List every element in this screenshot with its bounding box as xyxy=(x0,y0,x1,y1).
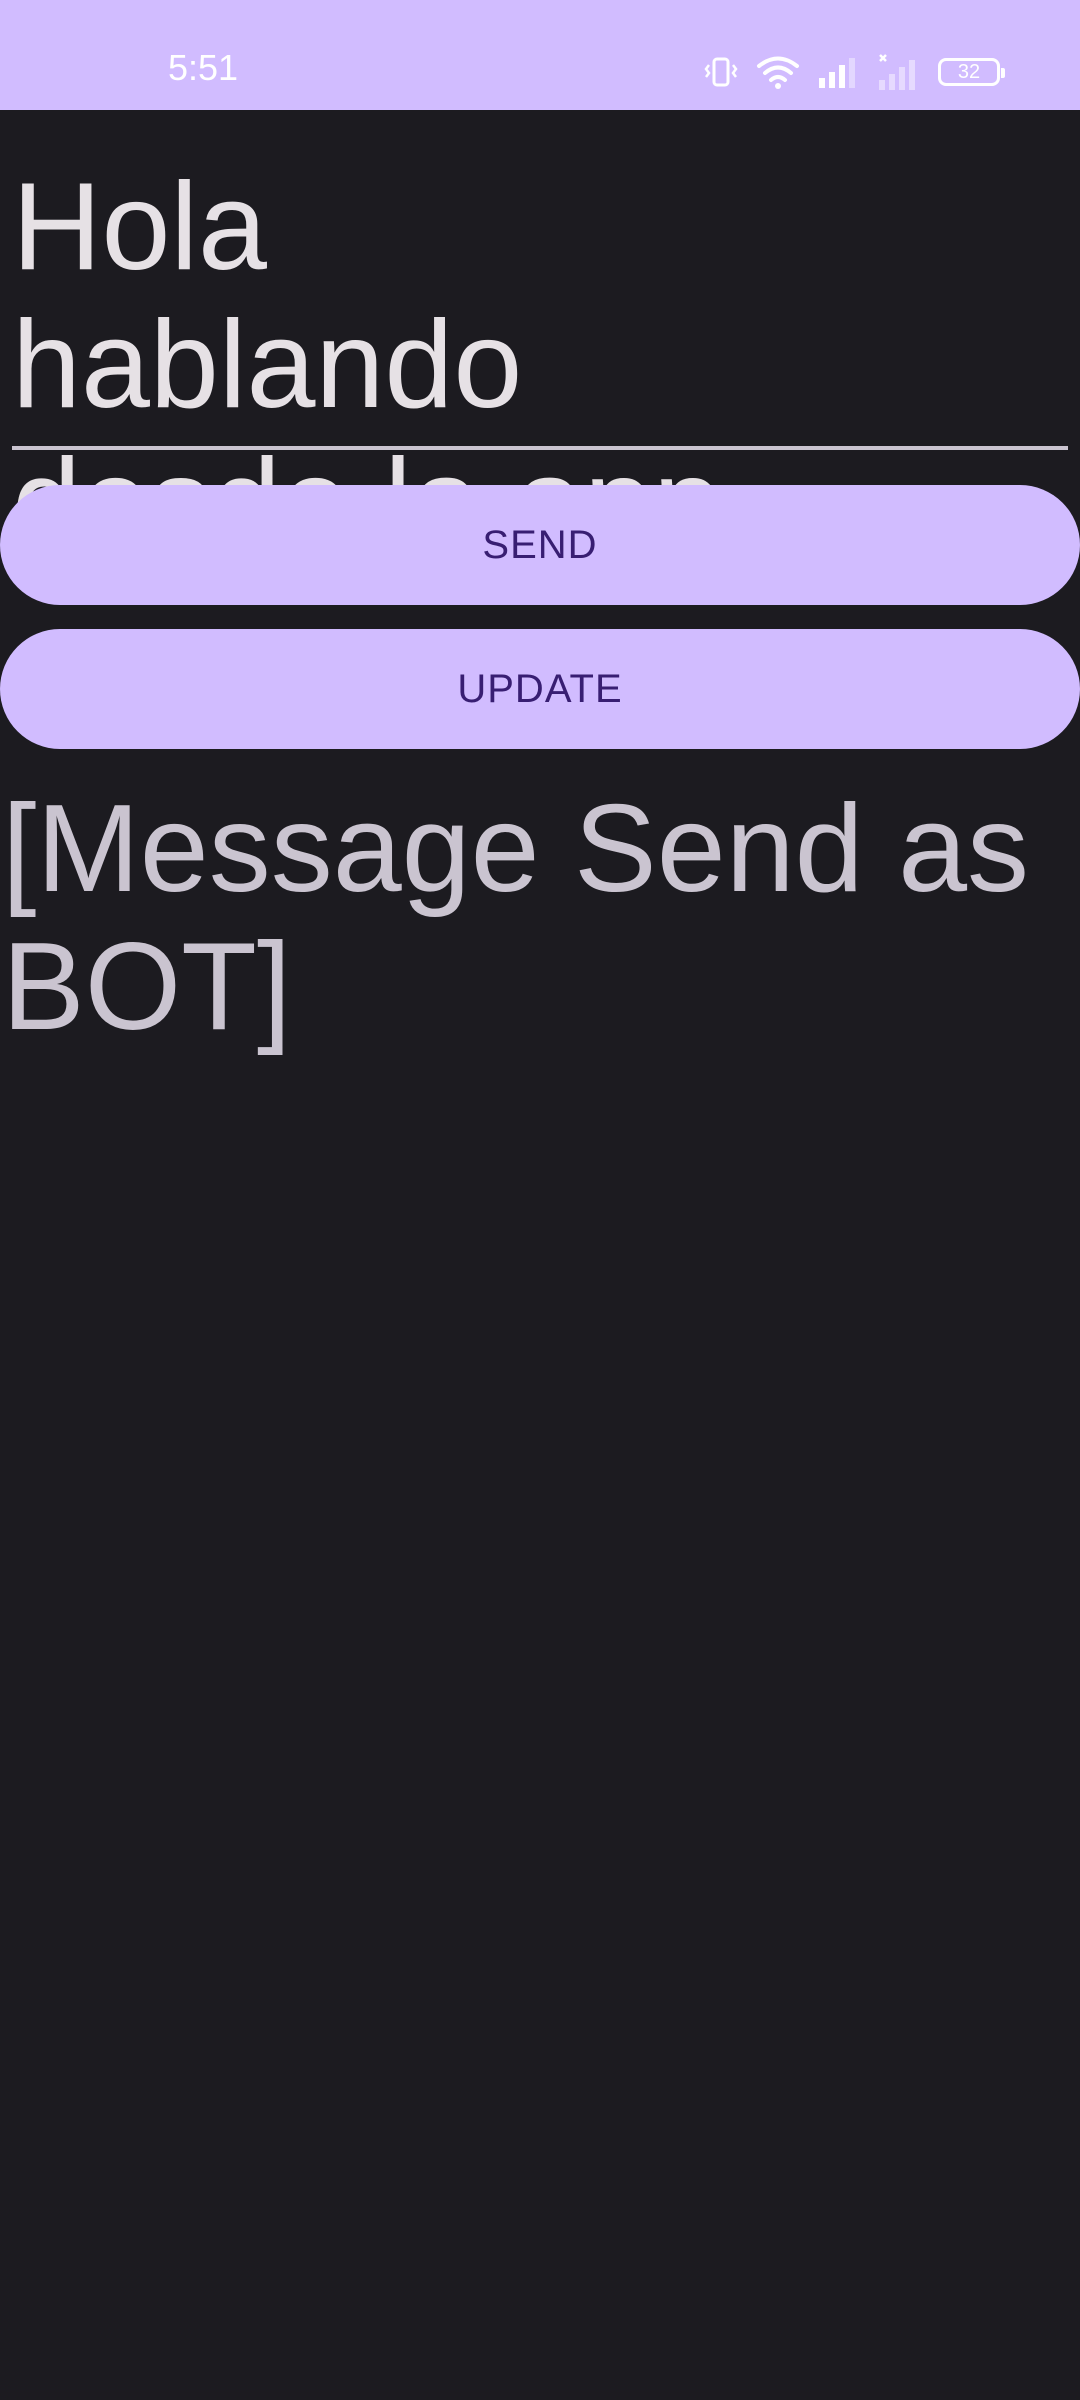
status-time: 5:51 xyxy=(168,47,239,88)
update-button[interactable]: UPDATE xyxy=(0,629,1080,749)
wifi-icon xyxy=(756,55,800,89)
send-button[interactable]: SEND xyxy=(0,485,1080,605)
status-bar: 5:51 32 xyxy=(0,0,1080,110)
signal-icon xyxy=(818,56,858,88)
signal-no-service-icon xyxy=(876,54,920,90)
send-button-label: SEND xyxy=(482,522,598,567)
vibrate-icon xyxy=(704,56,738,88)
message-input[interactable]: Hola hablando desde la app xyxy=(12,158,1068,572)
status-message: [Message Send as BOT] xyxy=(2,780,1030,1056)
status-icons: 32 xyxy=(704,52,1005,92)
update-button-label: UPDATE xyxy=(457,666,623,711)
battery-icon: 32 xyxy=(938,58,1005,86)
battery-level: 32 xyxy=(957,60,981,83)
